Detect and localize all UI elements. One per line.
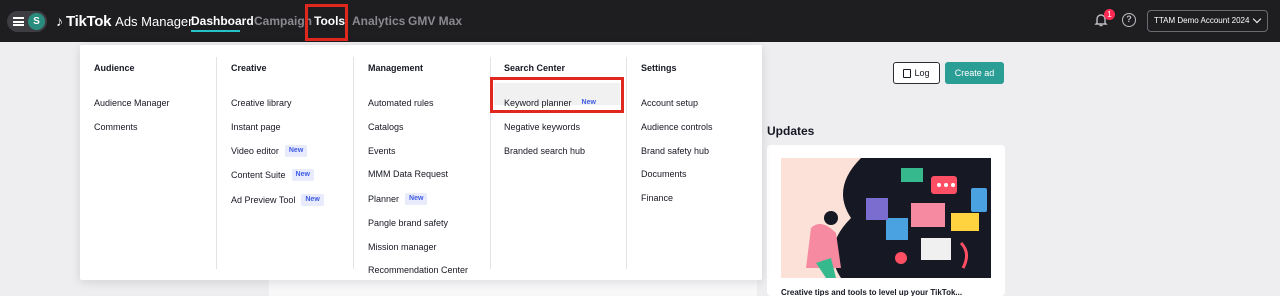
menu-item-recommendation-center[interactable]: Recommendation Center	[368, 262, 468, 278]
menu-item-label: Ad Preview Tool	[231, 195, 296, 205]
menu-item-events[interactable]: Events	[368, 143, 396, 159]
menu-item-label: Branded search hub	[504, 146, 586, 156]
menu-item-label: Account setup	[641, 98, 699, 108]
column-management: Management Automated rules Catalogs Even…	[353, 57, 490, 275]
hamburger-icon	[13, 17, 24, 26]
menu-item-label: Finance	[641, 193, 674, 203]
menu-item-mmm-data-request[interactable]: MMM Data Request	[368, 166, 448, 182]
menu-item-label: Content Suite	[231, 170, 286, 180]
log-button[interactable]: Log	[893, 62, 940, 84]
menu-item-brand-safety-hub[interactable]: Brand safety hub	[641, 143, 709, 159]
menu-item-video-editor[interactable]: Video editor New	[231, 143, 308, 159]
menu-item-pangle-brand-safety[interactable]: Pangle brand safety	[368, 215, 448, 231]
menu-item-label: Video editor	[231, 146, 279, 156]
logo-brand-text: TikTok	[66, 12, 112, 30]
column-audience: Audience Audience Manager Comments	[80, 57, 216, 269]
nav-analytics[interactable]: Analytics	[352, 14, 405, 28]
menu-item-label: Mission manager	[368, 242, 437, 252]
menu-item-catalogs[interactable]: Catalogs	[368, 119, 404, 135]
menu-item-automated-rules[interactable]: Automated rules	[368, 95, 434, 111]
menu-item-content-suite[interactable]: Content Suite New	[231, 167, 314, 183]
menu-item-label: Audience controls	[641, 122, 713, 132]
tools-dropdown-menu: Audience Audience Manager Comments Creat…	[80, 45, 762, 280]
account-selector[interactable]: TTAM Demo Account 2024	[1147, 10, 1268, 32]
column-title-settings: Settings	[641, 63, 677, 73]
menu-item-negative-keywords[interactable]: Negative keywords	[504, 119, 580, 135]
menu-item-label: Documents	[641, 169, 687, 179]
menu-item-label: Negative keywords	[504, 122, 581, 132]
updates-caption: Creative tips and tools to level up your…	[781, 288, 963, 296]
menu-item-audience-controls[interactable]: Audience controls	[641, 119, 713, 135]
help-icon[interactable]: ?	[1122, 13, 1136, 27]
column-creative: Creative Creative library Instant page V…	[216, 57, 353, 269]
avatar[interactable]: S	[28, 13, 45, 30]
document-icon	[903, 68, 912, 78]
menu-item-audience-manager[interactable]: Audience Manager	[94, 95, 170, 111]
menu-item-label: Catalogs	[368, 122, 404, 132]
chevron-down-icon	[1252, 14, 1262, 24]
menu-item-branded-search-hub[interactable]: Branded search hub	[504, 143, 585, 159]
logo-product-text: Ads Manager	[115, 13, 193, 29]
menu-item-ad-preview-tool[interactable]: Ad Preview Tool New	[231, 192, 324, 208]
menu-item-label: Instant page	[231, 122, 281, 132]
keyword-planner-highlight-box	[490, 77, 624, 113]
account-name: TTAM Demo Account 2024	[1154, 16, 1250, 25]
menu-item-label: Automated rules	[368, 98, 434, 108]
column-settings: Settings Account setup Audience controls…	[626, 57, 762, 269]
menu-item-planner[interactable]: Planner New	[368, 191, 428, 207]
menu-item-label: Events	[368, 146, 396, 156]
tiktok-ads-manager-logo[interactable]: ♪ TikTok Ads Manager	[56, 11, 192, 31]
new-badge: New	[284, 145, 308, 157]
menu-item-instant-page[interactable]: Instant page	[231, 119, 281, 135]
new-badge: New	[301, 194, 324, 206]
log-button-label: Log	[914, 68, 930, 78]
updates-illustration	[781, 158, 991, 278]
menu-item-label: Pangle brand safety	[368, 218, 449, 228]
tiktok-logo-icon: ♪	[56, 13, 63, 29]
menu-item-label: Audience Manager	[94, 98, 170, 108]
nav-gmv-max[interactable]: GMV Max	[408, 14, 462, 28]
column-title-search-center: Search Center	[504, 63, 566, 73]
tools-highlight-box	[305, 4, 348, 41]
active-nav-indicator	[191, 30, 240, 32]
menu-item-label: Brand safety hub	[641, 146, 710, 156]
menu-item-label: Comments	[94, 122, 138, 132]
create-ad-button[interactable]: Create ad	[945, 62, 1004, 84]
top-navigation-bar: S ♪ TikTok Ads Manager Dashboard Campaig…	[0, 0, 1280, 42]
menu-item-comments[interactable]: Comments	[94, 119, 138, 135]
column-title-management: Management	[368, 63, 424, 73]
nav-dashboard[interactable]: Dashboard	[191, 14, 254, 28]
menu-item-documents[interactable]: Documents	[641, 166, 687, 182]
menu-item-account-setup[interactable]: Account setup	[641, 95, 698, 111]
main-menu-button[interactable]: S	[7, 11, 47, 32]
menu-item-label: Creative library	[231, 98, 292, 108]
new-badge: New	[291, 169, 314, 181]
menu-item-label: Recommendation Center	[368, 265, 469, 275]
menu-item-finance[interactable]: Finance	[641, 190, 673, 206]
column-title-audience: Audience	[94, 63, 135, 73]
menu-item-creative-library[interactable]: Creative library	[231, 95, 292, 111]
notification-count-badge: 1	[1104, 9, 1115, 20]
updates-heading: Updates	[767, 124, 815, 138]
nav-campaign[interactable]: Campaign	[254, 14, 312, 28]
menu-item-mission-manager[interactable]: Mission manager	[368, 239, 437, 255]
new-badge: New	[405, 193, 428, 205]
menu-item-label: MMM Data Request	[368, 169, 449, 179]
menu-item-label: Planner	[368, 194, 400, 204]
updates-card[interactable]: Creative tips and tools to level up your…	[767, 145, 1005, 296]
column-title-creative: Creative	[231, 63, 267, 73]
